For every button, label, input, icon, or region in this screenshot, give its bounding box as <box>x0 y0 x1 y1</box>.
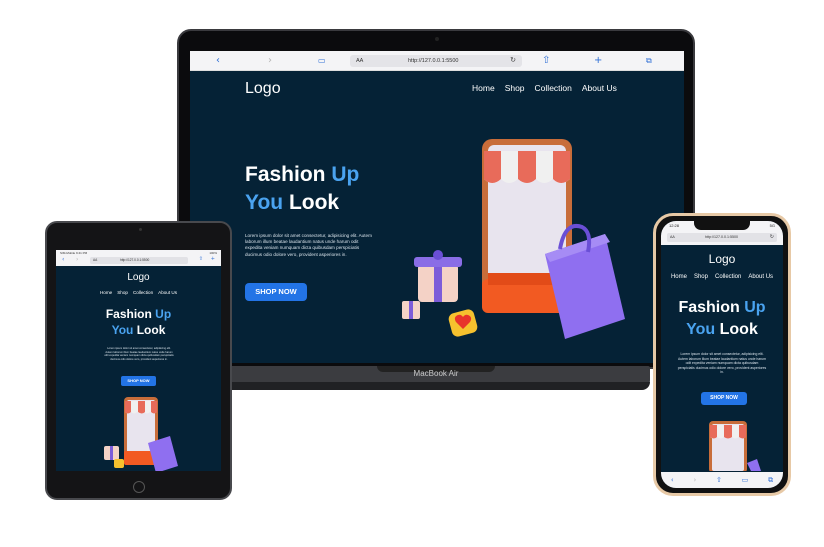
tablet-device: SIM-Mobile 9:41 PM 100% ‹ › AA http://12… <box>45 221 232 500</box>
status-time: 12:28 <box>669 223 680 228</box>
phone-device: 12:28 5G AA http://127.0.0.1:5500 ↻ Logo… <box>653 213 791 496</box>
tablet-shop-now-button[interactable]: SHOP NOW <box>121 376 156 386</box>
reload-icon[interactable]: ↻ <box>510 55 516 67</box>
text-size-button[interactable]: AA <box>670 233 675 242</box>
tabs-icon[interactable]: ⧉ <box>768 476 773 485</box>
tablet-browser-bar: SIM-Mobile 9:41 PM 100% ‹ › AA http://12… <box>56 250 221 266</box>
laptop-base: MacBook Air <box>222 366 650 390</box>
phone-shop-illustration <box>709 421 761 471</box>
text-size-button[interactable]: AA <box>356 55 363 67</box>
gift-box-icon <box>414 250 462 302</box>
tablet-screen: SIM-Mobile 9:41 PM 100% ‹ › AA http://12… <box>56 250 221 471</box>
chevron-right-icon[interactable]: › <box>693 476 696 484</box>
share-icon[interactable]: ⇧ <box>542 54 550 68</box>
book-icon[interactable]: ▭ <box>742 476 749 484</box>
laptop-lip <box>222 382 650 390</box>
book-icon[interactable]: ▭ <box>318 54 326 68</box>
phone-browser-bar: AA http://127.0.0.1:5500 ↻ <box>661 231 783 245</box>
plus-icon[interactable]: + <box>594 54 602 68</box>
laptop-brand-label: MacBook Air <box>413 369 459 378</box>
nav-about-us[interactable]: About Us <box>158 290 177 295</box>
phone-bottom-toolbar: ‹ › ⇧ ▭ ⧉ <box>661 472 783 488</box>
nav-shop[interactable]: Shop <box>117 290 128 295</box>
nav-about-us[interactable]: About Us <box>582 83 617 93</box>
nav-home[interactable]: Home <box>472 83 495 93</box>
nav-collection[interactable]: Collection <box>715 274 741 280</box>
laptop-lid: ‹ › ▭ AA http://127.0.0.1:5500 ↻ ⇧ + ⧉ L… <box>177 29 695 369</box>
phone-screen: 12:28 5G AA http://127.0.0.1:5500 ↻ Logo… <box>661 221 783 488</box>
heart-badge-icon <box>448 309 478 337</box>
url-text: http://127.0.0.1:5500 <box>408 58 459 64</box>
phone-notch <box>694 221 750 230</box>
tablet-status-right: 100% <box>209 251 217 255</box>
tablet-site-nav: Home Shop Collection About Us <box>56 290 221 295</box>
tablet-shop-illustration <box>104 397 178 471</box>
phone-address-bar[interactable]: AA http://127.0.0.1:5500 ↻ <box>667 233 777 242</box>
chevron-left-icon[interactable]: ‹ <box>62 256 64 263</box>
nav-about-us[interactable]: About Us <box>748 274 773 280</box>
nav-collection[interactable]: Collection <box>535 83 572 93</box>
chevron-left-icon[interactable]: ‹ <box>671 476 674 484</box>
plus-icon[interactable]: + <box>211 256 215 262</box>
phone-site-nav: Home Shop Collection About Us <box>661 274 783 280</box>
browser-toolbar: ‹ › ▭ AA http://127.0.0.1:5500 ↻ ⇧ + ⧉ <box>190 51 684 71</box>
phone-shop-now-button[interactable]: SHOP NOW <box>701 392 747 405</box>
tablet-camera <box>139 228 142 231</box>
status-signal: 5G <box>769 223 775 228</box>
nav-collection[interactable]: Collection <box>133 290 153 295</box>
tablet-url-text: http://127.0.0.1:5500 <box>120 258 150 262</box>
tablet-site-logo[interactable]: Logo <box>56 272 221 283</box>
site-logo[interactable]: Logo <box>245 80 281 98</box>
nav-shop[interactable]: Shop <box>505 83 525 93</box>
phone-site-logo[interactable]: Logo <box>661 252 783 266</box>
shop-now-button[interactable]: SHOP NOW <box>245 283 307 301</box>
text-size-button[interactable]: AA <box>93 257 97 264</box>
chevron-right-icon[interactable]: › <box>268 54 272 68</box>
phone-url-text: http://127.0.0.1:5500 <box>705 235 738 239</box>
tablet-address-bar[interactable]: AA http://127.0.0.1:5500 <box>90 257 188 264</box>
hero-title: Fashion Up You Look <box>245 163 360 214</box>
laptop-screen: ‹ › ▭ AA http://127.0.0.1:5500 ↻ ⇧ + ⧉ L… <box>190 51 684 363</box>
chevron-right-icon[interactable]: › <box>76 256 78 263</box>
phone-hero-title: Fashion Up You Look <box>678 299 766 338</box>
chevron-left-icon[interactable]: ‹ <box>216 54 220 68</box>
nav-home[interactable]: Home <box>100 290 112 295</box>
phone-hero-paragraph: Lorem ipsum dolor sit amet consectetur, … <box>677 352 767 375</box>
hero-paragraph: Lorem ipsum dolor sit amet consectetur, … <box>245 233 372 257</box>
shop-illustration <box>402 139 625 339</box>
tabs-icon[interactable]: ⧉ <box>646 54 652 68</box>
camera <box>435 37 439 41</box>
nav-shop[interactable]: Shop <box>694 274 708 280</box>
share-icon[interactable]: ⇧ <box>199 256 203 262</box>
home-button[interactable] <box>133 481 145 493</box>
share-icon[interactable]: ⇧ <box>716 476 722 484</box>
address-bar[interactable]: AA http://127.0.0.1:5500 ↻ <box>350 55 522 67</box>
tablet-hero-title: Fashion Up You Look <box>105 307 172 337</box>
reload-icon[interactable]: ↻ <box>770 233 774 242</box>
site-nav: Home Shop Collection About Us <box>472 83 617 93</box>
device-mockup-stage: ‹ › ▭ AA http://127.0.0.1:5500 ↻ ⇧ + ⧉ L… <box>0 0 824 547</box>
tablet-hero-paragraph: Lorem ipsum dolor sit amet consectetur, … <box>104 347 174 361</box>
small-gift-icon <box>402 301 420 319</box>
nav-home[interactable]: Home <box>671 274 687 280</box>
tablet-status-left: SIM-Mobile 9:41 PM <box>60 251 88 255</box>
